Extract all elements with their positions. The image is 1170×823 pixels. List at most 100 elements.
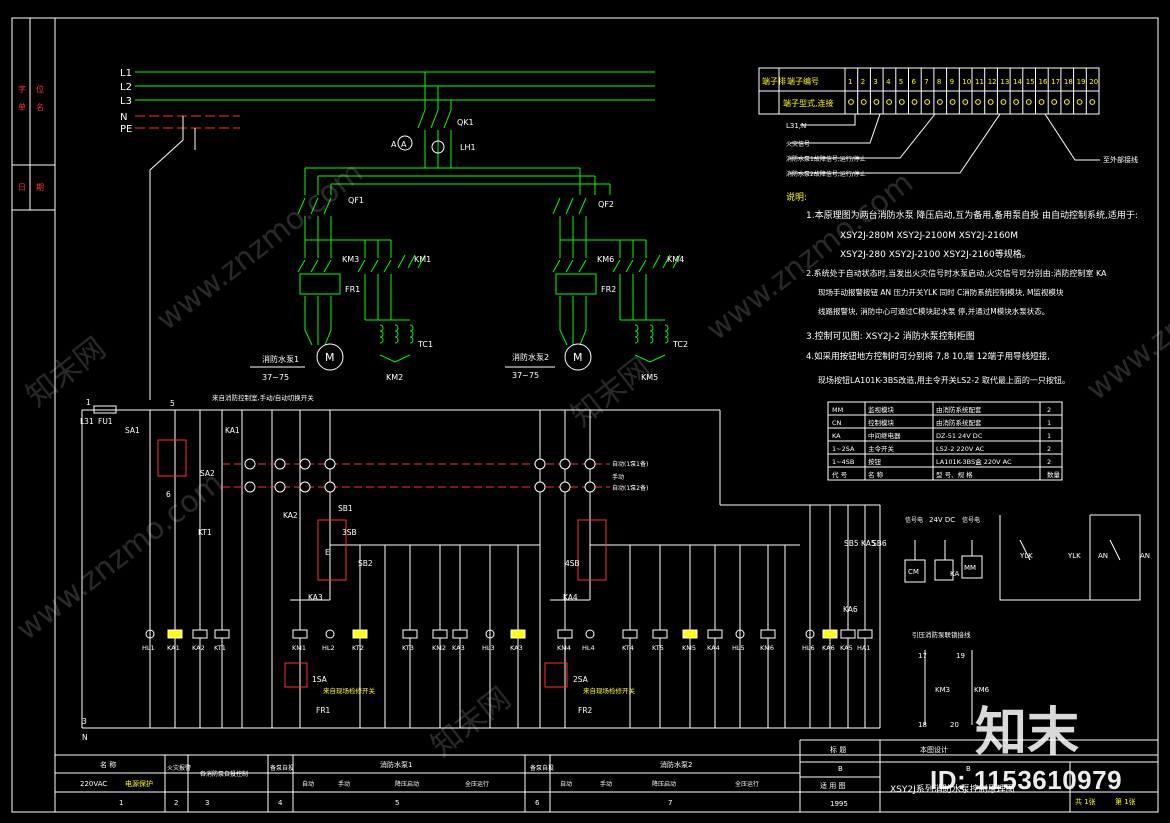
bt-col: 1 bbox=[119, 799, 123, 807]
coil-icon bbox=[402, 629, 418, 639]
ammeter-label: A bbox=[391, 140, 397, 149]
wiring-label: L31,N bbox=[786, 122, 806, 130]
coil-icon bbox=[822, 629, 838, 639]
km3-right-label: KM3 bbox=[935, 686, 950, 694]
coil-label: KT3 bbox=[402, 644, 414, 652]
terminal-screw bbox=[1051, 99, 1058, 105]
terminal-number: 20 bbox=[1089, 78, 1098, 86]
coil-row: HL1 KA1 KA2 KT1 KM1 HL2 KT2 KT3 KM2 KA3 HL3 KA3 KM4 H… bbox=[142, 629, 873, 652]
ka4-label: KA4 bbox=[563, 593, 578, 602]
tb-label2: 适 用 图 bbox=[820, 781, 845, 790]
tb-b: B bbox=[838, 765, 843, 773]
sa-1-label: 1SA bbox=[312, 675, 328, 684]
coil-label: KM6 bbox=[760, 644, 774, 652]
tb-year: 1995 bbox=[830, 800, 848, 808]
remote-manual-label: 手动 bbox=[612, 473, 624, 481]
bt-sub: 自动 bbox=[560, 780, 572, 788]
materials-text: MM 监视模块 由消防系统配套 2CN 控制模块 由消防系统配套 1KA 中间继电器 DZ-51… bbox=[832, 405, 1061, 479]
terminal-number: 10 bbox=[962, 78, 971, 86]
material-footer: 数量 bbox=[1047, 470, 1061, 479]
material-cell: 由消防系统配套 bbox=[936, 418, 982, 427]
local-note-1: 来自现场检修开关 bbox=[323, 686, 376, 695]
coil-label: KA1 bbox=[167, 644, 180, 652]
coil-label: KM4 bbox=[557, 644, 571, 652]
coil-label: KT2 bbox=[352, 644, 364, 652]
n18-label: 18 bbox=[918, 721, 927, 729]
terminal-number: 9 bbox=[950, 78, 954, 86]
material-cell: 监视模块 bbox=[868, 405, 895, 414]
terminal-screw bbox=[1025, 99, 1032, 105]
an-label-2: AN bbox=[1140, 552, 1150, 560]
coil-icon bbox=[622, 629, 638, 639]
bt-auto-control: 各消防泵自投控制 bbox=[200, 770, 248, 778]
terminal-number: 12 bbox=[988, 78, 997, 86]
sb4-label: 4SB bbox=[565, 559, 580, 568]
tb-page: 第 1张 bbox=[1115, 797, 1136, 806]
km3-label: KM3 bbox=[342, 255, 359, 264]
coil-icon bbox=[857, 629, 873, 639]
bus-label-l3: L3 bbox=[120, 96, 132, 107]
sig-label: 信号电 bbox=[905, 516, 923, 524]
e-label: E bbox=[325, 548, 330, 557]
sb1-label: SB1 bbox=[338, 504, 353, 513]
coil-label: KA3 bbox=[452, 644, 465, 652]
bt-sub: 手动 bbox=[600, 780, 612, 788]
strip-char: 字 bbox=[18, 84, 26, 94]
pump1-name: 消防水泵1 bbox=[262, 354, 299, 364]
terminal-screw bbox=[1076, 99, 1083, 105]
coil-icon bbox=[840, 629, 856, 639]
press-note: 引压消防泵联锁接线 bbox=[912, 630, 971, 639]
terminal-circle bbox=[244, 481, 256, 493]
material-cell: MM bbox=[832, 406, 843, 414]
bt-sub: 全压运行 bbox=[735, 780, 759, 788]
material-cell: 由消防系统配套 bbox=[936, 405, 982, 414]
lh1-label: LH1 bbox=[460, 143, 476, 152]
note-line: 4.如采用按钮地方控制时可分别将 7,8 10,端 12端子用导线短接, bbox=[806, 351, 1050, 362]
coil-label: HL2 bbox=[322, 644, 335, 652]
material-cell: LA101K-3BS盒 220V AC bbox=[936, 457, 1012, 466]
sa-note: 来自消防控制室,手动/自动切换开关 bbox=[212, 393, 314, 402]
note-line: 现场手动报警按钮 AN 压力开关YLK 同时 C消防系统控制模块, M监视模块 bbox=[818, 287, 1064, 297]
terminal-circle bbox=[274, 458, 286, 470]
coil-label: KM1 bbox=[292, 644, 306, 652]
sig-label: 信号电 bbox=[962, 516, 980, 524]
fu1-label: FU1 bbox=[98, 417, 113, 426]
notes-heading: 说明: bbox=[786, 191, 807, 203]
ka3-label: KA3 bbox=[308, 593, 323, 602]
n17-label: 17 bbox=[918, 652, 927, 660]
tc1-label: TC1 bbox=[417, 340, 433, 349]
sb2-label: SB2 bbox=[358, 559, 373, 568]
bt-pump2: 消防水泵2 bbox=[660, 760, 692, 769]
terminal-circle bbox=[584, 458, 596, 470]
terminal-screw bbox=[860, 99, 867, 105]
material-footer: 名 称 bbox=[868, 470, 884, 479]
coil-label: HL3 bbox=[482, 644, 495, 652]
qk1-label: QK1 bbox=[457, 118, 474, 127]
coil-icon bbox=[192, 629, 208, 639]
terminal-row2-title: 端子型式,连接 bbox=[783, 98, 834, 108]
coil-label: KA2 bbox=[192, 644, 205, 652]
terminal-screw bbox=[1064, 99, 1070, 105]
brand-id: ID: 1153610979 bbox=[930, 765, 1123, 795]
coil-label: HA1 bbox=[857, 644, 870, 652]
terminal-circle bbox=[299, 481, 311, 493]
coil-icon bbox=[760, 629, 776, 639]
terminal-circle bbox=[244, 458, 256, 470]
km4-label: KM4 bbox=[667, 255, 684, 264]
coil-label: KA4 bbox=[707, 644, 720, 652]
terminal-circle bbox=[274, 481, 286, 493]
bt-desc: 电源保护 bbox=[125, 779, 153, 788]
tb-sig: 本图设计 bbox=[920, 745, 948, 754]
terminal-number: 17 bbox=[1051, 78, 1060, 86]
n19-label: 19 bbox=[956, 652, 965, 660]
bt-220vac: 220VAC bbox=[80, 780, 107, 788]
terminal-circle bbox=[299, 458, 311, 470]
coil-label: KA6 bbox=[822, 644, 835, 652]
coil-label: HL6 bbox=[802, 644, 815, 652]
strip-char: 名 bbox=[36, 102, 44, 112]
coil-icon bbox=[432, 629, 448, 639]
terminal-circle bbox=[534, 458, 546, 470]
remote-auto-label: 自动(1泵1备) bbox=[612, 460, 648, 468]
bt-col: 4 bbox=[278, 799, 283, 807]
lamp-icon bbox=[325, 629, 335, 639]
